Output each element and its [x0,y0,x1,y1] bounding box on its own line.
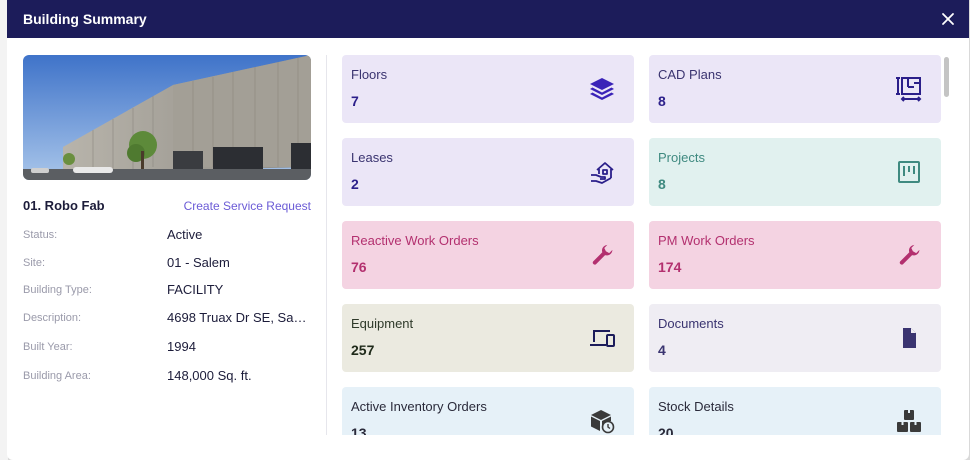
card-label: Documents [658,316,724,331]
info-row-building-type: Building Type: FACILITY [23,282,311,300]
status-label: Status: [23,229,58,241]
cards-scrollbar-thumb[interactable] [944,57,949,97]
lease-hand-house-icon [588,158,616,186]
close-button[interactable] [939,10,957,28]
card-equipment[interactable]: Equipment 257 [342,304,634,372]
close-icon [942,13,954,25]
card-pm-work-orders[interactable]: PM Work Orders 174 [649,221,941,289]
building-area-label: Building Area: [23,370,91,382]
summary-cards-grid: Floors 7 CAD Plans 8 Leases 2 Projects 8… [342,55,942,435]
devices-icon [588,324,616,352]
info-row-building-area: Building Area: 148,000 Sq. ft. [23,368,311,386]
building-name: 01. Robo Fab [23,198,105,213]
card-floors[interactable]: Floors 7 [342,55,634,123]
card-label: Active Inventory Orders [351,399,487,414]
card-count: 4 [658,342,666,358]
info-row-built-year: Built Year: 1994 [23,339,311,357]
card-count: 8 [658,176,666,192]
card-count: 2 [351,176,359,192]
card-label: Leases [351,150,393,165]
card-active-inventory-orders[interactable]: Active Inventory Orders 13 [342,387,634,435]
card-count: 7 [351,93,359,109]
card-cad-plans[interactable]: CAD Plans 8 [649,55,941,123]
card-count: 8 [658,93,666,109]
card-count: 257 [351,342,375,358]
built-year-value: 1994 [167,339,196,354]
site-value: 01 - Salem [167,255,230,270]
info-row-description: Description: 4698 Truax Dr SE, Sal... [23,310,311,328]
document-icon [895,324,923,352]
info-row-site: Site: 01 - Salem [23,255,311,273]
description-value: 4698 Truax Dr SE, Sal... [167,310,307,325]
wrench-icon [588,241,616,269]
panel-divider [326,55,327,435]
card-reactive-work-orders[interactable]: Reactive Work Orders 76 [342,221,634,289]
status-value: Active [167,227,203,242]
modal-header: Building Summary [7,0,969,38]
boxes-icon [895,407,923,435]
building-details-panel: 01. Robo Fab Create Service Request Stat… [23,55,311,445]
building-type-label: Building Type: [23,284,92,296]
building-area-value: 148,000 Sq. ft. [167,368,252,383]
card-label: Stock Details [658,399,734,414]
create-service-request-link[interactable]: Create Service Request [184,199,311,213]
card-stock-details[interactable]: Stock Details 20 [649,387,941,435]
card-documents[interactable]: Documents 4 [649,304,941,372]
package-clock-icon [588,407,616,435]
kanban-icon [895,158,923,186]
card-label: PM Work Orders [658,233,755,248]
description-label: Description: [23,312,82,324]
layers-icon [588,75,616,103]
building-summary-modal: Building Summary 01. Robo Fab Create Ser… [7,0,969,460]
card-count: 76 [351,259,367,275]
card-label: CAD Plans [658,67,722,82]
card-label: Floors [351,67,388,82]
card-leases[interactable]: Leases 2 [342,138,634,206]
modal-title: Building Summary [23,11,147,27]
card-count: 174 [658,259,682,275]
card-count: 20 [658,425,674,435]
info-row-status: Status: Active [23,227,311,245]
site-label: Site: [23,257,46,269]
card-label: Projects [658,150,705,165]
building-type-value: FACILITY [167,282,224,297]
wrench-icon [895,241,923,269]
built-year-label: Built Year: [23,341,73,353]
floorplan-icon [895,75,923,103]
card-projects[interactable]: Projects 8 [649,138,941,206]
card-label: Equipment [351,316,414,331]
card-count: 13 [351,425,367,435]
building-photo [23,55,311,180]
card-label: Reactive Work Orders [351,233,479,248]
